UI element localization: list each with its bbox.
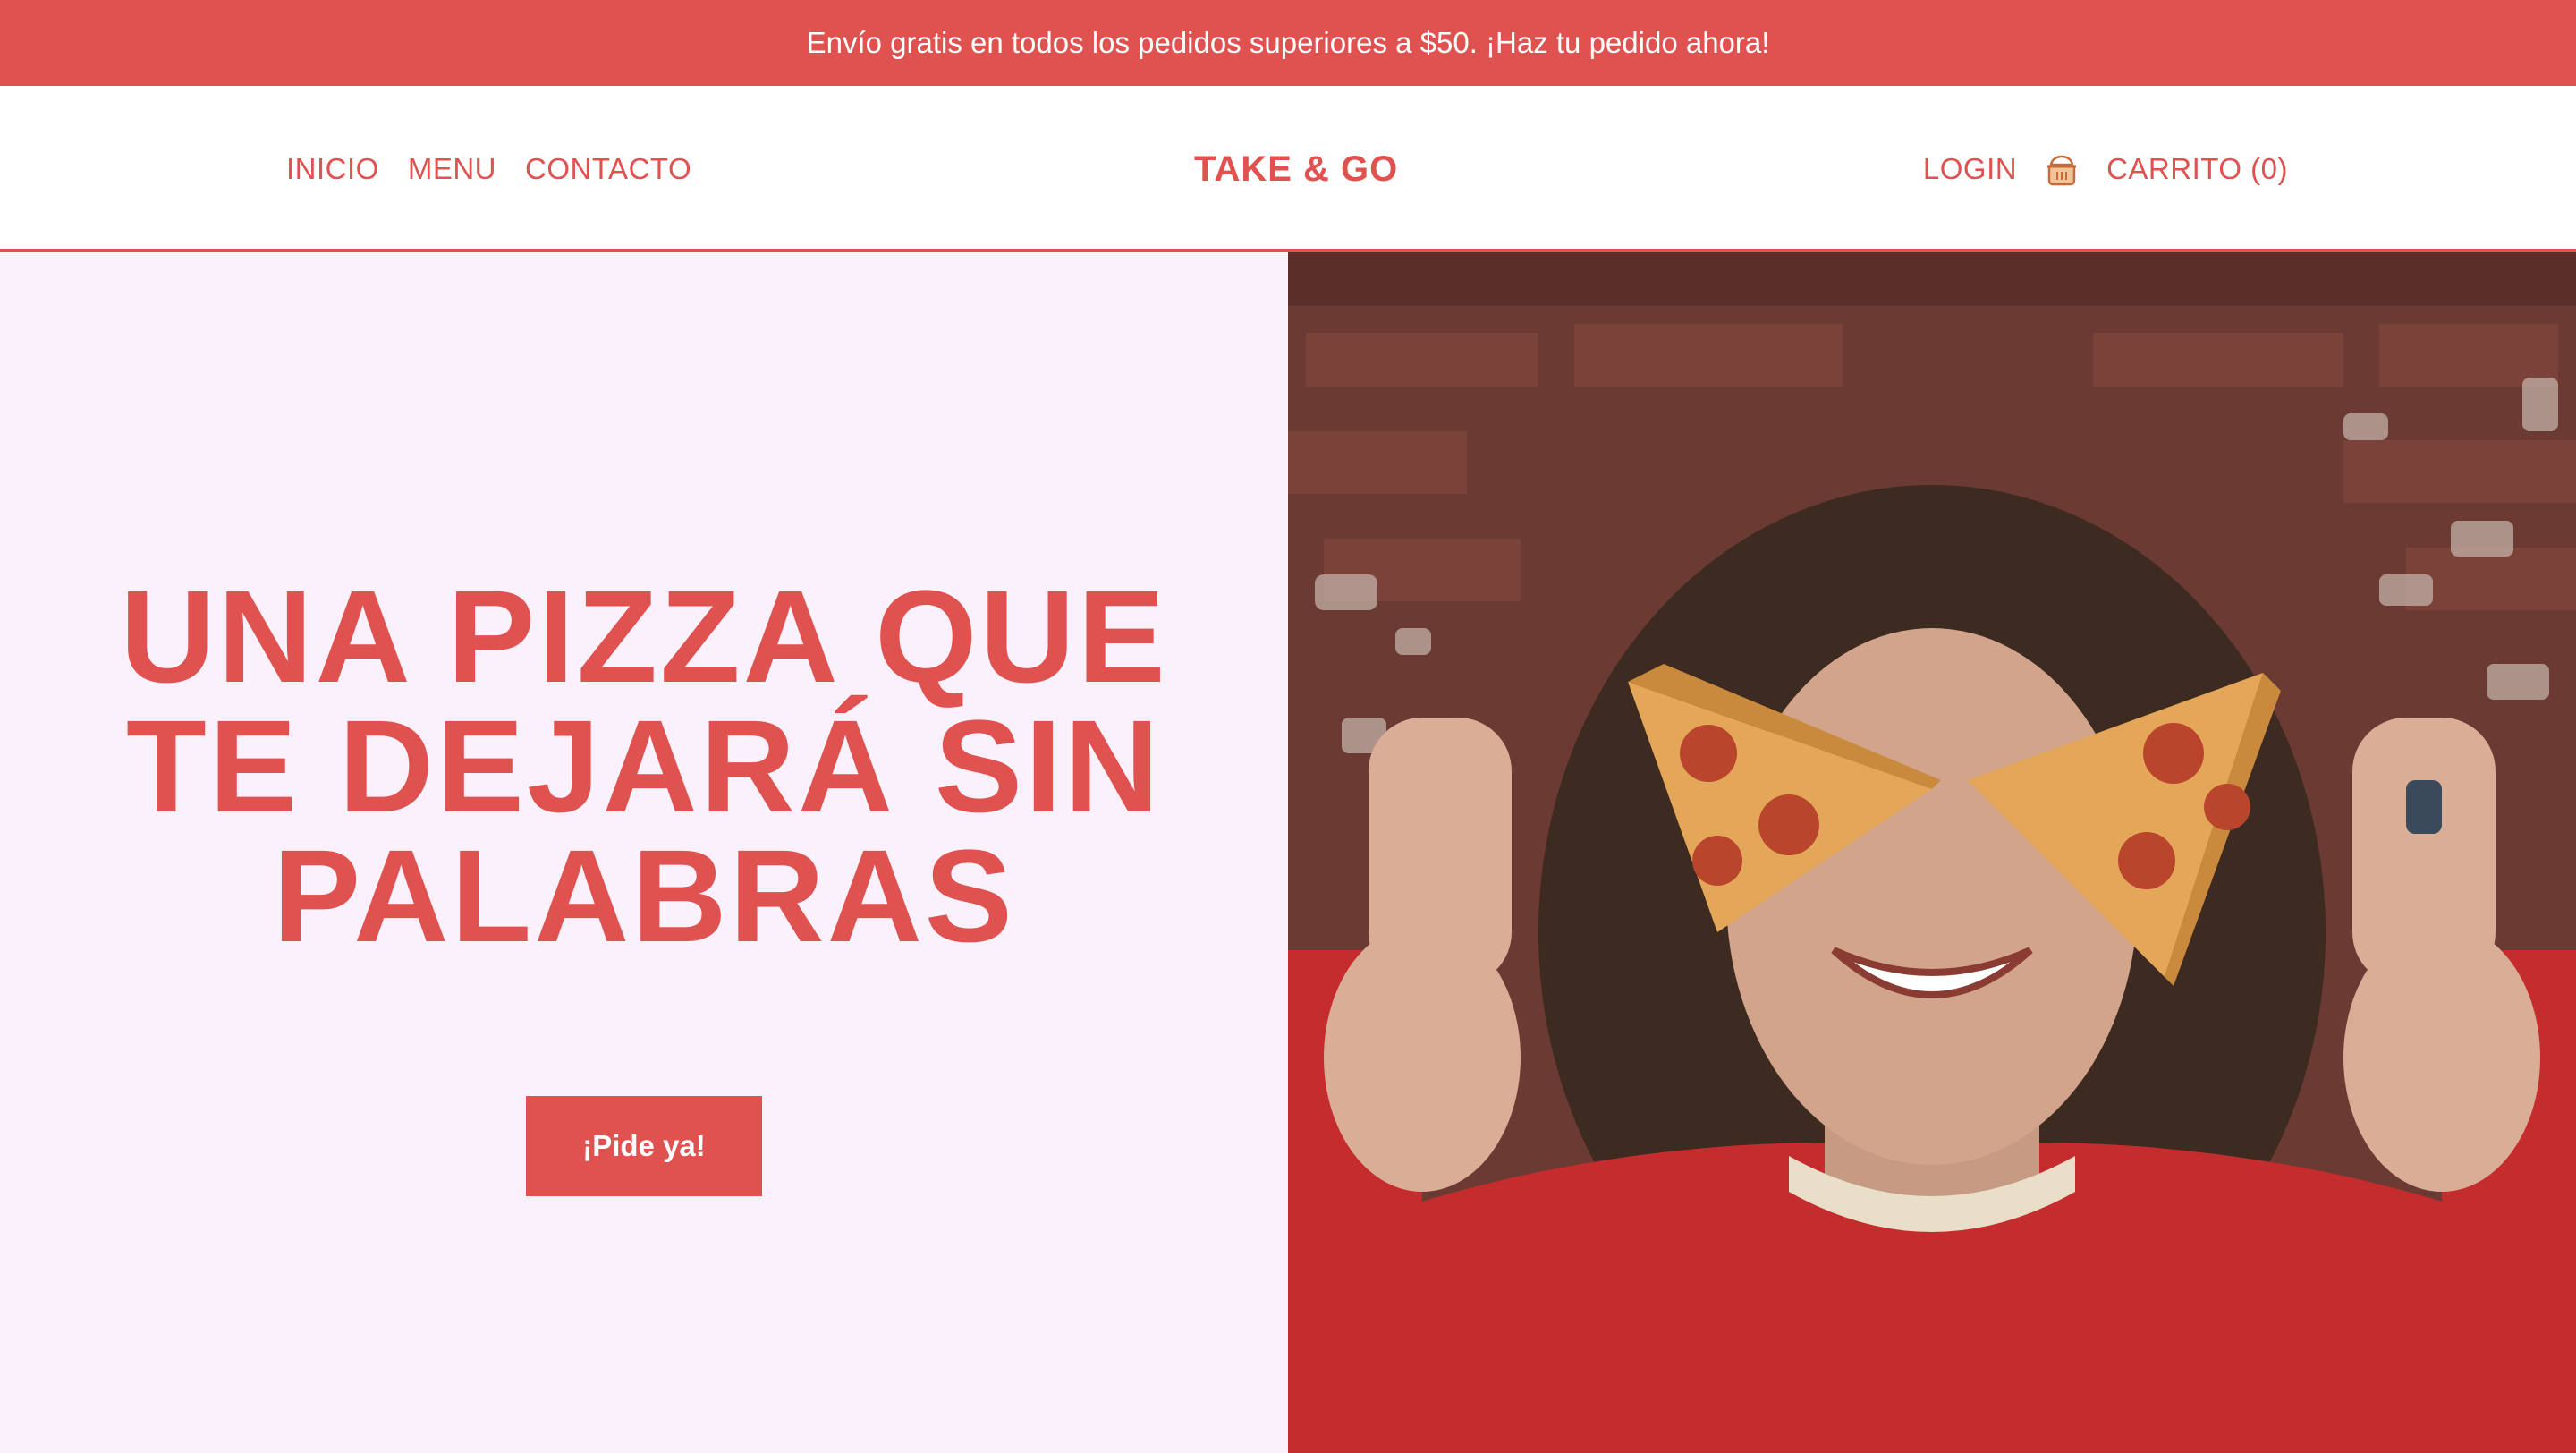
cart-link[interactable]: CARRITO (0) bbox=[2106, 152, 2288, 186]
basket-icon[interactable] bbox=[2044, 150, 2080, 188]
announcement-bar: Envío gratis en todos los pedidos superi… bbox=[0, 0, 2576, 86]
hero-headline: UNA PIZZA QUE TE DEJARÁ SIN PALABRAS bbox=[120, 564, 1168, 970]
hero-photo-illustration bbox=[1288, 252, 2576, 1453]
main-nav: INICIO MENU CONTACTO bbox=[286, 86, 691, 252]
hero-section: UNA PIZZA QUE TE DEJARÁ SIN PALABRAS ¡Pi… bbox=[0, 252, 2576, 1453]
hero-text-panel: UNA PIZZA QUE TE DEJARÁ SIN PALABRAS ¡Pi… bbox=[0, 252, 1288, 1453]
login-link[interactable]: LOGIN bbox=[1923, 152, 2017, 186]
nav-contacto[interactable]: CONTACTO bbox=[525, 152, 691, 186]
order-now-button[interactable]: ¡Pide ya! bbox=[526, 1096, 762, 1196]
announcement-text: Envío gratis en todos los pedidos superi… bbox=[806, 26, 1770, 59]
nav-inicio[interactable]: INICIO bbox=[286, 152, 379, 186]
brand-logo[interactable]: TAKE & GO bbox=[1194, 86, 1398, 252]
hero-image bbox=[1288, 252, 2576, 1453]
nav-menu[interactable]: MENU bbox=[408, 152, 496, 186]
site-header: INICIO MENU CONTACTO TAKE & GO LOGIN CAR… bbox=[0, 86, 2576, 252]
account-nav: LOGIN CARRITO (0) bbox=[1923, 86, 2288, 252]
